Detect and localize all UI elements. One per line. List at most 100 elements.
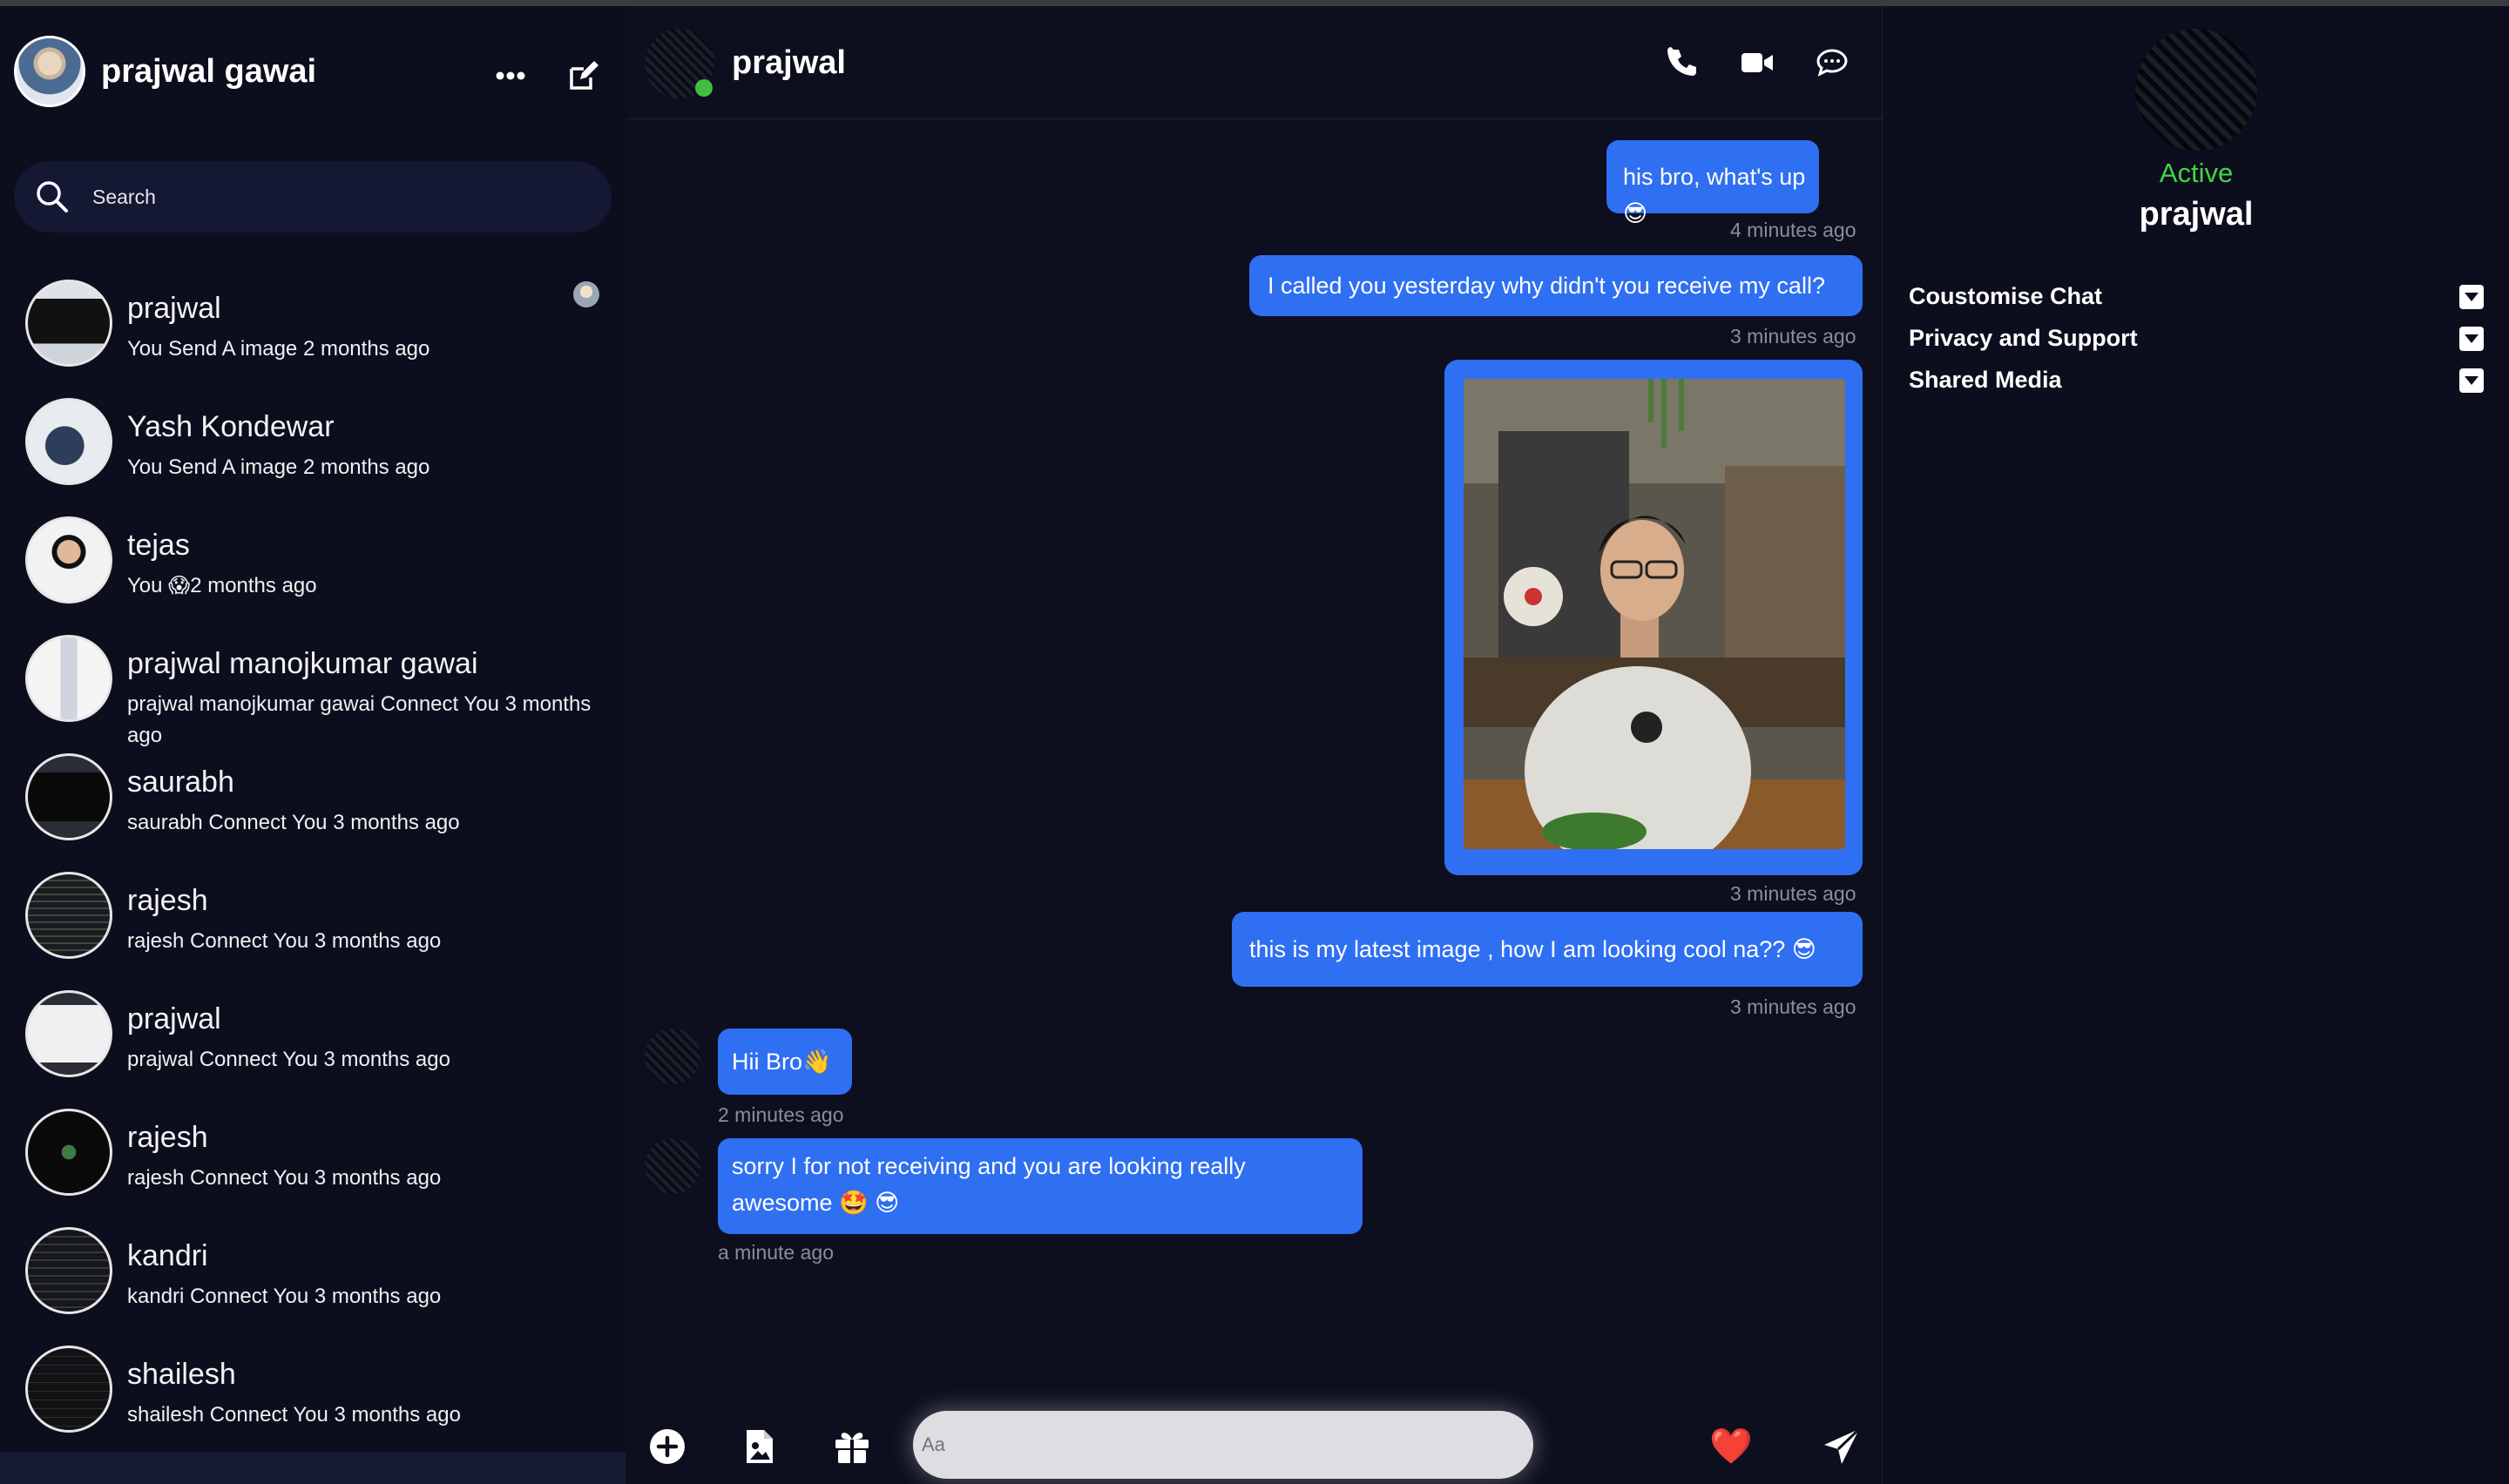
contact-name: Yash Kondewar xyxy=(127,410,335,443)
user-avatar[interactable] xyxy=(14,36,85,107)
contact-avatar xyxy=(25,1346,112,1433)
online-status-dot xyxy=(695,79,713,97)
contact-item[interactable]: prajwal manojkumar gawai prajwal manojku… xyxy=(0,635,626,753)
contact-last-message: You 😱2 months ago xyxy=(127,574,317,597)
contact-avatar xyxy=(25,753,112,840)
outgoing-message[interactable]: his bro, what's up😎 xyxy=(1606,140,1819,226)
contact-name: prajwal manojkumar gawai xyxy=(127,647,478,680)
contact-item[interactable]: prajwal prajwal Connect You 3 months ago xyxy=(0,990,626,1109)
contact-item[interactable]: kandri kandri Connect You 3 months ago xyxy=(0,1227,626,1346)
shared-media-section[interactable]: Shared Media xyxy=(1909,361,2484,400)
user-name: prajwal gawai xyxy=(101,53,317,90)
contact-last-message: You Send A image 2 months ago xyxy=(127,455,430,479)
voice-call-button[interactable] xyxy=(1660,41,1704,84)
contact-item[interactable]: prajwal You Send A image 2 months ago xyxy=(0,280,626,398)
contact-name: shailesh xyxy=(127,1358,236,1391)
contact-avatar xyxy=(25,516,112,604)
chat-options-button[interactable] xyxy=(1810,41,1854,84)
section-label: Privacy and Support xyxy=(1909,325,2138,351)
contact-last-message: shailesh Connect You 3 months ago xyxy=(127,1403,461,1427)
paper-plane-icon xyxy=(1824,1427,1861,1464)
message-composer: ❤️ xyxy=(626,1365,1882,1484)
message-text: this is my latest image , how I am looki… xyxy=(1249,936,1816,962)
search-label: Search xyxy=(92,185,156,208)
contact-avatar xyxy=(25,280,112,367)
outgoing-message[interactable]: this is my latest image , how I am looki… xyxy=(1232,912,1863,987)
contact-last-message: rajesh Connect You 3 months ago xyxy=(127,929,442,953)
contact-name: kandri xyxy=(127,1239,208,1272)
message-timestamp: 2 minutes ago xyxy=(718,1103,844,1126)
photo-image xyxy=(1464,379,1845,849)
profile-status: Active xyxy=(2159,158,2234,188)
contact-name: rajesh xyxy=(127,1121,208,1154)
contact-name: prajwal xyxy=(127,1002,221,1035)
incoming-sender-avatar[interactable] xyxy=(645,1138,700,1194)
contact-item[interactable]: shailesh shailesh Connect You 3 months a… xyxy=(0,1346,626,1464)
contact-name: rajesh xyxy=(127,884,208,917)
shared-photo[interactable] xyxy=(1464,379,1845,849)
outgoing-image-message[interactable] xyxy=(1444,360,1863,875)
contact-avatar xyxy=(25,635,112,722)
contact-avatar xyxy=(25,990,112,1077)
search-bar[interactable]: Search xyxy=(14,161,612,233)
incoming-message[interactable]: sorry I for not receiving and you are lo… xyxy=(718,1138,1363,1234)
incoming-sender-avatar[interactable] xyxy=(645,1029,700,1084)
chat-window: prajwal his bro, what's up😎 4 minutes ag… xyxy=(626,6,1882,1484)
chevron-down-icon[interactable] xyxy=(2459,327,2484,351)
contact-item[interactable]: tejas You 😱2 months ago xyxy=(0,516,626,635)
message-text: I called you yesterday why didn't you re… xyxy=(1268,273,1825,299)
chat-sidebar: prajwal gawai Search prajwal You Send A … xyxy=(0,6,626,1484)
message-timestamp: 3 minutes ago xyxy=(1730,325,1856,347)
contact-name: saurabh xyxy=(127,766,234,799)
contact-last-message: saurabh Connect You 3 months ago xyxy=(127,811,460,834)
contact-item[interactable]: rajesh rajesh Connect You 3 months ago xyxy=(0,872,626,990)
more-options-button[interactable] xyxy=(488,53,533,98)
contact-item-partial[interactable] xyxy=(0,1452,626,1484)
send-button[interactable] xyxy=(1819,1424,1864,1469)
contact-item[interactable]: rajesh rajesh Connect You 3 months ago xyxy=(0,1109,626,1227)
customise-chat-section[interactable]: Coustomise Chat xyxy=(1909,278,2484,316)
outgoing-message[interactable]: I called you yesterday why didn't you re… xyxy=(1249,255,1863,316)
contact-avatar xyxy=(25,1227,112,1314)
privacy-support-section[interactable]: Privacy and Support xyxy=(1909,320,2484,358)
conversation-info-panel: Active prajwal Coustomise Chat Privacy a… xyxy=(1882,6,2509,1484)
chevron-down-icon[interactable] xyxy=(2459,368,2484,393)
contact-last-message: prajwal manojkumar gawai Connect You 3 m… xyxy=(127,692,592,747)
contact-avatar xyxy=(25,1109,112,1196)
add-attachment-button[interactable] xyxy=(645,1424,690,1469)
window-top-border xyxy=(0,0,2509,6)
message-timestamp: a minute ago xyxy=(718,1241,834,1264)
contact-last-message: rajesh Connect You 3 months ago xyxy=(127,1166,442,1190)
contact-last-message: prajwal Connect You 3 months ago xyxy=(127,1048,450,1071)
seen-indicator-avatar xyxy=(573,281,599,307)
chat-partner-name: prajwal xyxy=(732,44,846,81)
send-gift-button[interactable] xyxy=(829,1424,875,1469)
message-input[interactable] xyxy=(913,1411,1533,1479)
phone-icon xyxy=(1667,47,1696,76)
quick-reaction-button[interactable]: ❤️ xyxy=(1709,1426,1753,1467)
contact-item[interactable]: saurabh saurabh Connect You 3 months ago xyxy=(0,753,626,872)
chat-header: prajwal xyxy=(626,6,1882,119)
image-file-icon xyxy=(747,1430,773,1463)
profile-name: prajwal xyxy=(2139,196,2254,233)
new-message-button[interactable] xyxy=(561,53,606,98)
contact-name: tejas xyxy=(127,529,190,562)
contact-last-message: kandri Connect You 3 months ago xyxy=(127,1285,442,1308)
gift-icon xyxy=(835,1433,869,1463)
message-timestamp: 3 minutes ago xyxy=(1730,882,1856,905)
video-call-button[interactable] xyxy=(1735,41,1779,84)
search-icon xyxy=(37,181,68,212)
incoming-message[interactable]: Hii Bro👋 xyxy=(718,1029,852,1095)
plus-circle-icon xyxy=(650,1429,685,1464)
message-text: Hii Bro👋 xyxy=(732,1049,832,1075)
chat-bubble-icon xyxy=(1816,49,1848,77)
send-image-button[interactable] xyxy=(737,1424,782,1469)
more-icon xyxy=(496,71,525,80)
contact-avatar xyxy=(25,872,112,959)
contact-item[interactable]: Yash Kondewar You Send A image 2 months … xyxy=(0,398,626,516)
chevron-down-icon[interactable] xyxy=(2459,285,2484,309)
message-timestamp: 3 minutes ago xyxy=(1730,995,1856,1018)
profile-avatar[interactable] xyxy=(2135,29,2257,151)
section-label: Shared Media xyxy=(1909,367,2062,393)
message-text: his bro, what's up😎 xyxy=(1623,164,1806,226)
